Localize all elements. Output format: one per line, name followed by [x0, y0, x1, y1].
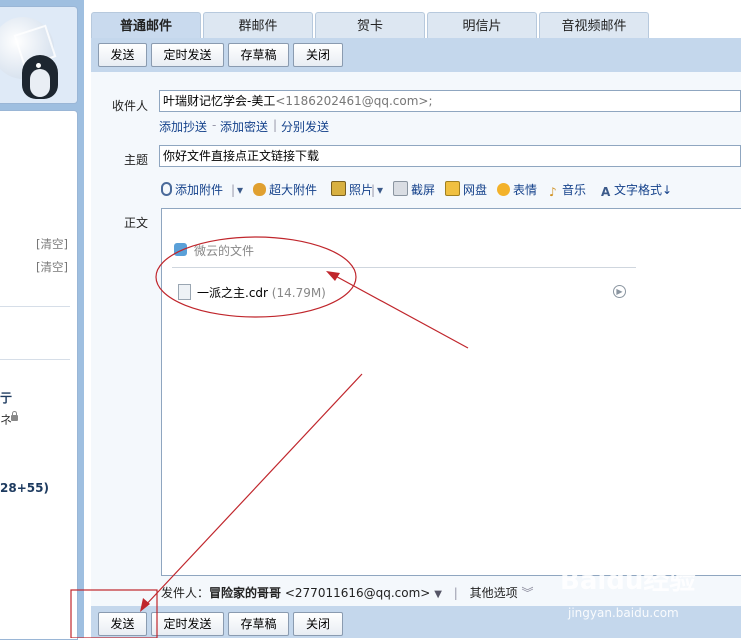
photo-dropdown-icon[interactable]: ▾: [377, 180, 383, 200]
sidebar-label-fragment[interactable]: 亍: [0, 389, 12, 406]
separate-send-link[interactable]: 分别发送: [281, 118, 329, 135]
sidebar-count-fragment[interactable]: 28+55): [0, 481, 49, 495]
photo-icon: [331, 181, 346, 196]
link-separator: -: [212, 118, 217, 132]
recipient-input[interactable]: 叶瑞财记忆学会-美工<1186202461@qq.com>;: [159, 90, 741, 112]
body-label: 正文: [124, 216, 149, 230]
tab-postcard[interactable]: 明信片: [427, 12, 537, 40]
baidu-jingyan-watermark: Baidu经验: [560, 566, 696, 596]
netdisk-icon: [445, 181, 460, 196]
body-editor[interactable]: 微云的文件 一派之主.cdr (14.79M) ▶: [161, 208, 741, 576]
text-format-button[interactable]: A 文字格式↓: [601, 180, 672, 200]
toolbar-separator: |: [231, 183, 236, 197]
sidebar-logo-panel: [0, 6, 78, 104]
scheduled-send-button[interactable]: 定时发送: [151, 43, 224, 67]
save-draft-button[interactable]: 存草稿: [228, 612, 289, 636]
other-options-link[interactable]: 其他选项: [470, 586, 518, 600]
recipient-email: <1186202461@qq.com>;: [275, 94, 433, 108]
left-sidebar: [清空] [清空] 亍 ネ 28+55): [0, 0, 84, 640]
sender-row: 发件人：冒险家的哥哥 <277011616@qq.com> ▼ | 其他选项 ︾: [161, 584, 533, 601]
photo-label: 照片: [349, 183, 374, 197]
tab-normal-mail[interactable]: 普通邮件: [91, 12, 201, 40]
scheduled-send-button[interactable]: 定时发送: [151, 612, 224, 636]
add-attachment-button[interactable]: 添加附件: [161, 180, 223, 200]
close-button[interactable]: 关闭: [293, 43, 343, 67]
tab-greeting-card[interactable]: 贺卡: [315, 12, 425, 40]
link-separator: |: [273, 118, 278, 132]
compose-tabs: 普通邮件 群邮件 贺卡 明信片 音视频邮件: [84, 0, 741, 40]
sidebar-folder-panel: [清空] [清空] 亍 ネ 28+55): [0, 110, 78, 640]
font-a-icon: A: [601, 185, 611, 199]
attachment-dropdown-icon[interactable]: ▾: [237, 180, 243, 200]
send-button[interactable]: 发送: [98, 612, 147, 636]
top-toolbar: 发送 定时发送 存草稿 关闭: [91, 38, 741, 72]
text-format-label: 文字格式↓: [614, 183, 673, 197]
tab-group-mail[interactable]: 群邮件: [203, 12, 313, 40]
sender-email[interactable]: <277011616@qq.com>: [285, 586, 431, 600]
sender-separator: |: [453, 586, 458, 600]
file-icon: [178, 284, 191, 300]
subject-label: 主题: [124, 153, 149, 167]
sender-dropdown-icon[interactable]: ▼: [434, 589, 442, 600]
large-attachment-button[interactable]: 超大附件: [253, 180, 317, 200]
sender-name[interactable]: 冒险家的哥哥: [209, 586, 281, 600]
file-size: (14.79M): [271, 286, 326, 300]
paperclip-icon: [161, 182, 172, 196]
add-cc-link[interactable]: 添加抄送: [159, 118, 207, 135]
music-label: 音乐: [562, 183, 587, 197]
lock-icon: [11, 411, 18, 421]
toolbar-separator: |: [371, 183, 376, 197]
netdisk-label: 网盘: [463, 183, 488, 197]
scissors-icon: [393, 181, 408, 196]
circle-arrow-icon[interactable]: ▶: [613, 285, 626, 298]
clear-spam-link[interactable]: [清空]: [36, 259, 68, 275]
netdisk-button[interactable]: 网盘: [445, 180, 487, 200]
add-attachment-label: 添加附件: [175, 183, 224, 197]
music-button[interactable]: ♪ 音乐: [549, 180, 586, 200]
emoticon-label: 表情: [513, 183, 538, 197]
compose-pane: 普通邮件 群邮件 贺卡 明信片 音视频邮件 发送 定时发送 存草稿 关闭 收件人…: [84, 0, 741, 638]
recipient-label: 收件人: [112, 99, 149, 113]
large-attachment-icon: [253, 183, 266, 196]
subject-input[interactable]: 你好文件直接点正文链接下载: [159, 145, 741, 167]
penguin-belly-icon: [30, 69, 50, 97]
recipient-name: 叶瑞财记忆学会-美工: [163, 94, 276, 108]
weiyun-divider: [172, 267, 636, 268]
close-button[interactable]: 关闭: [293, 612, 343, 636]
large-attachment-label: 超大附件: [269, 183, 318, 197]
weiyun-file-link[interactable]: 一派之主.cdr (14.79M): [178, 284, 326, 301]
smiley-icon: [497, 183, 510, 196]
tab-av-mail[interactable]: 音视频邮件: [539, 12, 649, 40]
double-chevron-down-icon[interactable]: ︾: [521, 586, 533, 600]
weiyun-cloud-icon: [174, 243, 187, 256]
baidu-jingyan-url: jingyan.baidu.com: [568, 606, 679, 620]
weiyun-files-title: 微云的文件: [194, 244, 255, 258]
screenshot-label: 截屏: [411, 183, 436, 197]
sidebar-divider: [0, 359, 70, 360]
compose-form: 收件人 叶瑞财记忆学会-美工<1186202461@qq.com>; 添加抄送 …: [91, 72, 741, 606]
sidebar-divider: [0, 306, 70, 307]
music-note-icon: ♪: [549, 185, 557, 199]
sender-label: 发件人：: [161, 586, 210, 600]
photo-button[interactable]: 照片: [331, 180, 373, 200]
save-draft-button[interactable]: 存草稿: [228, 43, 289, 67]
file-name: 一派之主.cdr: [197, 286, 268, 300]
clear-trash-link[interactable]: [清空]: [36, 236, 68, 252]
penguin-eye-icon: [36, 63, 41, 68]
emoticon-button[interactable]: 表情: [497, 180, 537, 200]
screenshot-button[interactable]: 截屏: [393, 180, 435, 200]
add-bcc-link[interactable]: 添加密送: [220, 118, 268, 135]
send-button[interactable]: 发送: [98, 43, 147, 67]
